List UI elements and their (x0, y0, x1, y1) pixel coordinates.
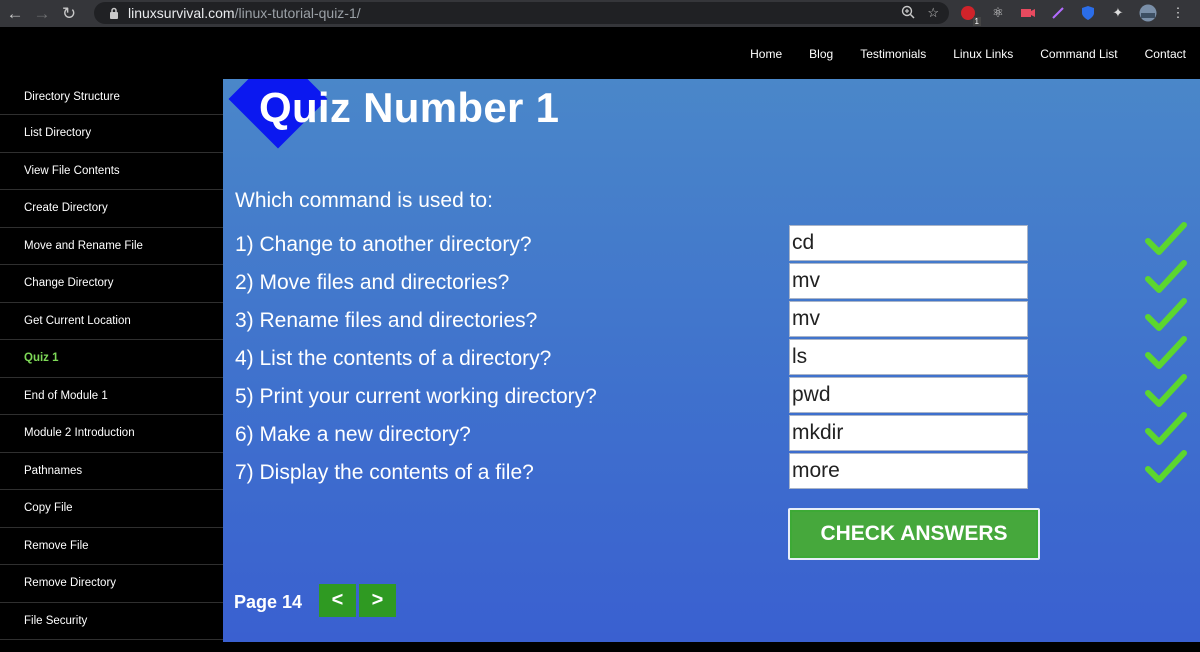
question-text: 5) Print your current working directory? (235, 385, 597, 408)
question-row: 7) Display the contents of a file? (223, 450, 1200, 491)
browser-toolbar: ← → ↻ linuxsurvival.com/linux-tutorial-q… (0, 0, 1200, 27)
question-text: 3) Rename files and directories? (235, 309, 538, 332)
answer-input[interactable] (789, 225, 1028, 261)
question-row: 3) Rename files and directories? (223, 298, 1200, 339)
nav-link-command-list[interactable]: Command List (1040, 47, 1117, 61)
question-text: 2) Move files and directories? (235, 271, 510, 294)
zoom-icon[interactable] (901, 5, 915, 22)
extension-shield-icon[interactable]: 1 (958, 3, 981, 26)
extension-badge: 1 (972, 17, 981, 26)
question-row: 4) List the contents of a directory? (223, 336, 1200, 377)
nav-link-contact[interactable]: Contact (1145, 47, 1186, 61)
page-number-label: Page 14 (234, 592, 303, 612)
profile-avatar[interactable] (1138, 3, 1158, 23)
url-path: /linux-tutorial-quiz-1/ (234, 5, 361, 21)
answer-input[interactable] (789, 453, 1028, 489)
question-heading: Which command is used to: (235, 189, 493, 212)
bookmark-star-icon[interactable]: ☆ (927, 5, 939, 22)
lock-icon (106, 5, 122, 21)
pen-extension-icon[interactable] (1048, 3, 1068, 23)
quiz-panel: Quiz Number 1 Which command is used to: … (223, 79, 1200, 642)
check-answers-button[interactable]: CHECK ANSWERS (788, 508, 1040, 560)
question-row: 1) Change to another directory? (223, 222, 1200, 263)
nav-link-blog[interactable]: Blog (809, 47, 833, 61)
question-text: 4) List the contents of a directory? (235, 347, 552, 370)
shield-extension-icon[interactable] (1078, 3, 1098, 23)
answer-input[interactable] (789, 377, 1028, 413)
correct-check-icon (1145, 412, 1187, 445)
reload-icon[interactable]: ↻ (57, 2, 81, 26)
sidebar-item-create-directory[interactable]: Create Directory (0, 190, 223, 228)
check-answers-label: CHECK ANSWERS (792, 512, 1036, 556)
question-row: 6) Make a new directory? (223, 412, 1200, 453)
sidebar-item-move-and-rename-file[interactable]: Move and Rename File (0, 228, 223, 265)
question-text: 6) Make a new directory? (235, 423, 471, 446)
question-row: 2) Move files and directories? (223, 260, 1200, 301)
puzzle-extensions-icon[interactable]: ✦ (1108, 3, 1128, 23)
url-text: linuxsurvival.com/linux-tutorial-quiz-1/ (128, 5, 361, 21)
sidebar-item-get-current-location[interactable]: Get Current Location (0, 303, 223, 340)
sidebar-item-end-of-module-1[interactable]: End of Module 1 (0, 378, 223, 415)
browser-menu-icon[interactable]: ⋮ (1168, 3, 1188, 23)
back-arrow-icon[interactable]: ← (3, 2, 27, 26)
address-bar[interactable]: linuxsurvival.com/linux-tutorial-quiz-1/… (94, 2, 949, 24)
atom-icon[interactable]: ⚛ (988, 3, 1008, 23)
sidebar-item-pathnames[interactable]: Pathnames (0, 453, 223, 490)
site-top-nav: Home Blog Testimonials Linux Links Comma… (0, 27, 1200, 79)
correct-check-icon (1145, 260, 1187, 293)
nav-link-home[interactable]: Home (750, 47, 782, 61)
correct-check-icon (1145, 298, 1187, 331)
correct-check-icon (1145, 450, 1187, 483)
url-domain: linuxsurvival.com (128, 5, 235, 21)
sidebar-item-remove-directory[interactable]: Remove Directory (0, 565, 223, 603)
sidebar-item-file-security[interactable]: File Security (0, 603, 223, 640)
correct-check-icon (1145, 222, 1187, 255)
page-title: Quiz Number 1 (259, 84, 560, 131)
question-text: 1) Change to another directory? (235, 233, 532, 256)
sidebar-item-directory-structure[interactable]: Directory Structure (0, 79, 223, 115)
answer-input[interactable] (789, 301, 1028, 337)
answer-input[interactable] (789, 263, 1028, 299)
camera-extension-icon[interactable] (1018, 3, 1038, 23)
question-text: 7) Display the contents of a file? (235, 461, 534, 484)
question-row: 5) Print your current working directory? (223, 374, 1200, 415)
sidebar: Directory Structure List Directory View … (0, 79, 223, 652)
answer-input[interactable] (789, 339, 1028, 375)
sidebar-item-module-2-introduction[interactable]: Module 2 Introduction (0, 415, 223, 453)
page-bottom-edge (223, 642, 1200, 652)
answer-input[interactable] (789, 415, 1028, 451)
sidebar-item-copy-file[interactable]: Copy File (0, 490, 223, 528)
nav-link-testimonials[interactable]: Testimonials (860, 47, 926, 61)
previous-page-button[interactable]: < (319, 584, 356, 617)
sidebar-item-quiz-1[interactable]: Quiz 1 (0, 340, 223, 378)
correct-check-icon (1145, 374, 1187, 407)
correct-check-icon (1145, 336, 1187, 369)
sidebar-item-list-directory[interactable]: List Directory (0, 115, 223, 153)
sidebar-item-remove-file[interactable]: Remove File (0, 528, 223, 565)
next-page-button[interactable]: > (359, 584, 396, 617)
forward-arrow-icon[interactable]: → (30, 2, 54, 26)
sidebar-item-change-directory[interactable]: Change Directory (0, 265, 223, 303)
sidebar-item-view-file-contents[interactable]: View File Contents (0, 153, 223, 190)
nav-link-linux-links[interactable]: Linux Links (953, 47, 1013, 61)
